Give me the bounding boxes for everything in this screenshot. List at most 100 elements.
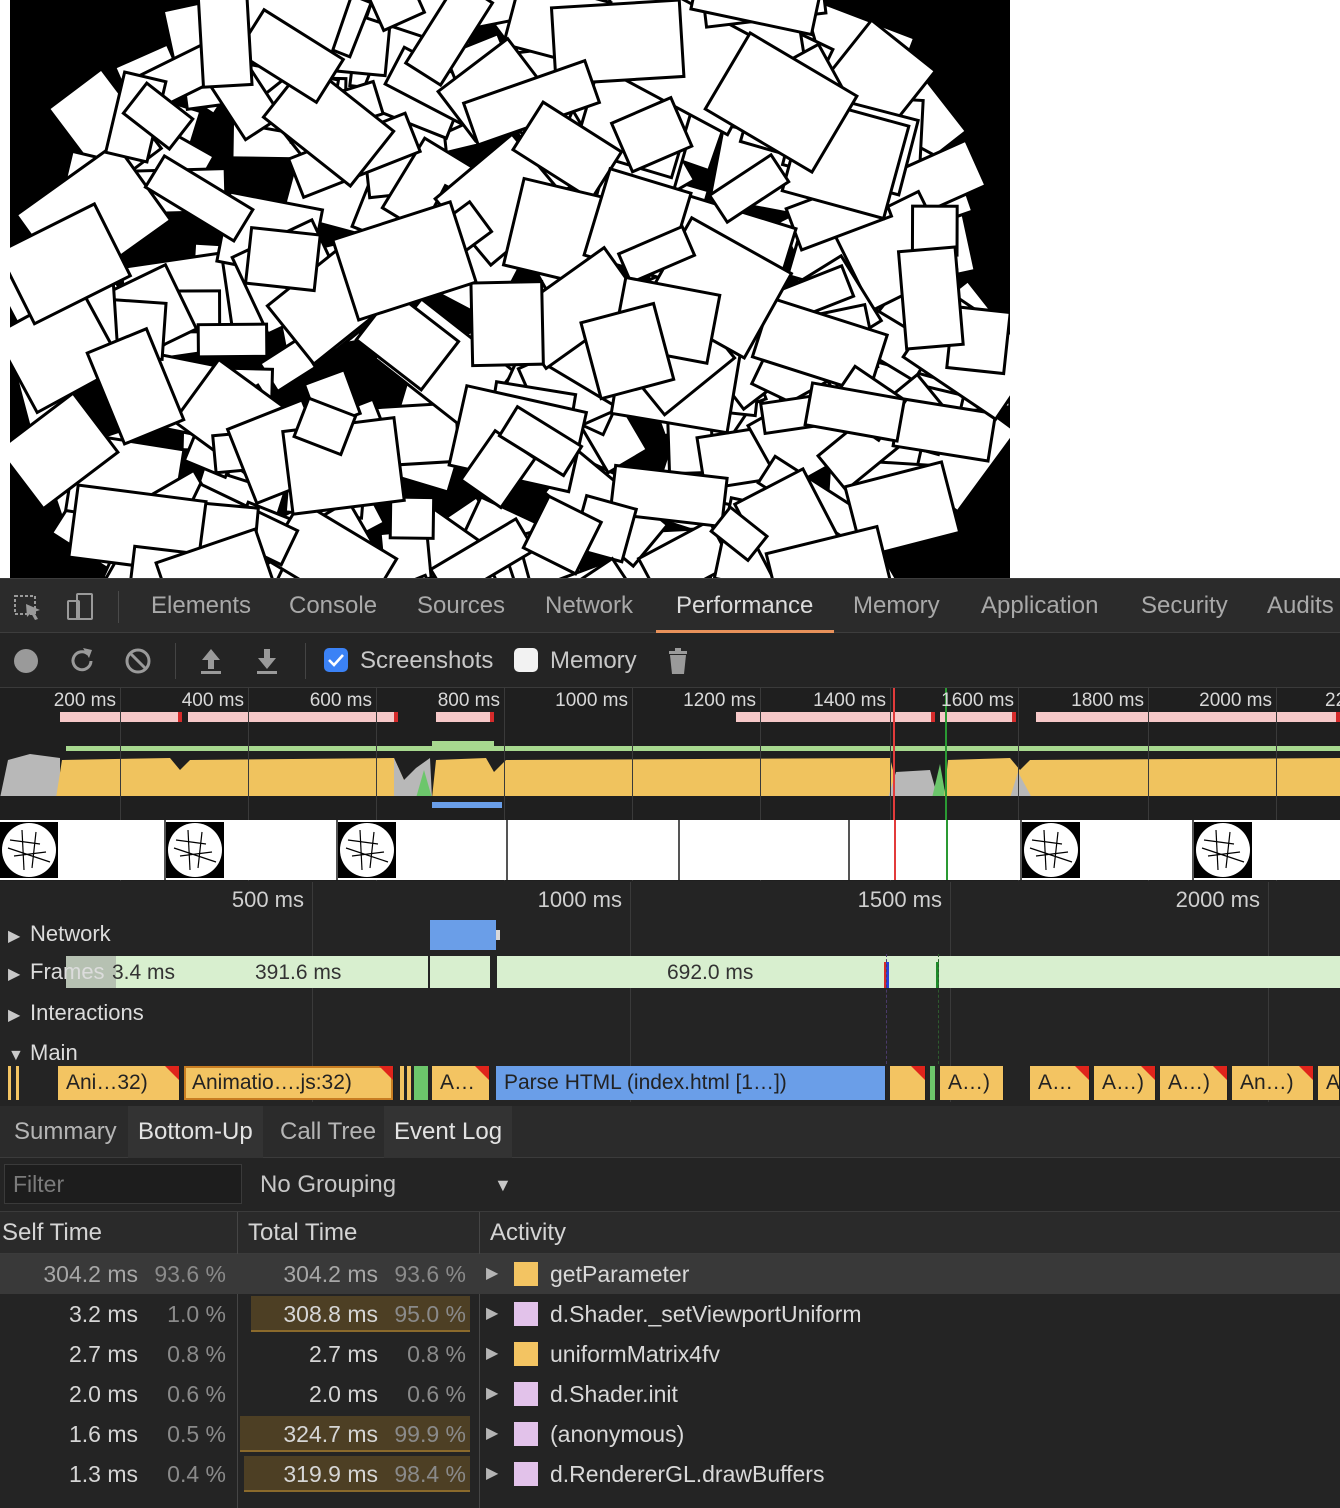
main-task-sliver[interactable] — [16, 1066, 19, 1100]
self-time-value: 3.2 ms — [68, 1301, 138, 1327]
load-profile-icon[interactable] — [195, 645, 227, 677]
expand-arrow-icon[interactable]: ▶ — [8, 964, 30, 984]
frame-segment[interactable] — [430, 956, 490, 988]
grouping-select[interactable]: No Grouping — [260, 1158, 396, 1212]
table-row[interactable]: 2.7 ms 0.8 % 2.7 ms 0.8 % ▶ uniformMatrix4fv — [0, 1334, 1340, 1374]
main-task-block[interactable]: A… — [432, 1066, 490, 1100]
network-track-label: Network — [30, 921, 111, 946]
tab-application[interactable]: Application — [981, 579, 1098, 633]
main-paint-block[interactable] — [414, 1066, 428, 1100]
tab-audits[interactable]: Audits — [1267, 579, 1334, 633]
expand-arrow-icon[interactable]: ▶ — [486, 1294, 498, 1334]
interactions-track[interactable]: ▶ Interactions — [0, 992, 1340, 1032]
table-row[interactable]: 2.0 ms 0.6 % 2.0 ms 0.6 % ▶ d.Shader.init — [0, 1374, 1340, 1414]
frames-track[interactable]: 3.4 ms 391.6 ms 692.0 ms ▶ Frames — [0, 954, 1340, 992]
main-task-sliver[interactable] — [400, 1066, 404, 1100]
trash-icon[interactable] — [662, 645, 694, 677]
main-task-block[interactable]: A…) — [1160, 1066, 1228, 1100]
main-task-label: A…) — [948, 1071, 990, 1094]
main-task-block[interactable]: Ani…32) — [58, 1066, 180, 1100]
expand-arrow-icon[interactable]: ▶ — [486, 1414, 498, 1454]
main-task-sliver[interactable] — [407, 1066, 411, 1100]
self-time-percent: 93.6 % — [154, 1261, 226, 1287]
main-task-block[interactable]: A — [1318, 1066, 1340, 1100]
main-task-block-selected[interactable]: Animatio….js:32) — [184, 1066, 394, 1100]
filter-bar: Filter No Grouping ▼ — [0, 1158, 1340, 1212]
main-thread-track[interactable]: ▼ Main Ani…32) Animatio….js:32) A… Parse … — [0, 1032, 1340, 1102]
expand-arrow-icon[interactable]: ▶ — [486, 1374, 498, 1414]
column-self-time[interactable]: Self Time — [2, 1212, 102, 1254]
overview-tick-label: 200 ms — [53, 690, 116, 711]
tab-memory[interactable]: Memory — [853, 579, 940, 633]
main-task-block[interactable]: A… — [1030, 1066, 1090, 1100]
devtools-tabbar: Elements Console Sources Network Perform… — [0, 578, 1340, 633]
filter-input[interactable]: Filter — [4, 1164, 242, 1204]
activity-name: (anonymous) — [550, 1421, 685, 1447]
category-color-swatch — [514, 1302, 538, 1326]
webgl-canvas[interactable] — [10, 0, 1010, 578]
main-task-block[interactable] — [890, 1066, 926, 1100]
tab-console[interactable]: Console — [289, 579, 377, 633]
long-task-marker — [911, 1066, 925, 1080]
timeline-overview[interactable]: 200 ms 400 ms 600 ms 800 ms 1000 ms 1200 ms 14… — [0, 688, 1340, 881]
tab-call-tree[interactable]: Call Tree — [270, 1106, 386, 1158]
expand-arrow-icon[interactable]: ▶ — [486, 1254, 498, 1294]
save-profile-icon[interactable] — [251, 645, 283, 677]
memory-checkbox[interactable] — [514, 648, 538, 672]
screenshots-label[interactable]: Screenshots — [360, 633, 493, 688]
tab-summary[interactable]: Summary — [4, 1106, 127, 1158]
network-request-bar[interactable] — [430, 920, 496, 950]
network-track[interactable]: ▶ Network — [0, 916, 1340, 954]
record-icon[interactable] — [10, 645, 42, 677]
total-time-value: 319.9 ms — [283, 1461, 378, 1487]
main-task-label: A…) — [1168, 1071, 1210, 1094]
expand-arrow-icon[interactable]: ▶ — [486, 1454, 498, 1494]
tab-security[interactable]: Security — [1141, 579, 1228, 633]
long-task-marker — [165, 1066, 179, 1080]
screenshots-checkbox[interactable] — [324, 648, 348, 672]
main-task-block[interactable]: A…) — [1094, 1066, 1156, 1100]
total-time-value: 304.2 ms — [283, 1261, 378, 1287]
column-activity[interactable]: Activity — [490, 1212, 566, 1254]
screenshot-thumbnail[interactable] — [1194, 822, 1252, 878]
clear-icon[interactable] — [122, 645, 154, 677]
reload-record-icon[interactable] — [66, 645, 98, 677]
screenshot-thumbnail[interactable] — [166, 822, 224, 878]
overview-tick-label: 1000 ms — [555, 690, 628, 711]
column-total-time[interactable]: Total Time — [248, 1212, 357, 1254]
main-task-block[interactable]: A…) — [940, 1066, 1004, 1100]
table-row[interactable]: 1.3 ms 0.4 % 319.9 ms 98.4 % ▶ d.RendererGL.d… — [0, 1454, 1340, 1494]
main-paint-block[interactable] — [930, 1066, 935, 1100]
tab-bottom-up[interactable]: Bottom-Up — [128, 1106, 263, 1158]
tab-performance[interactable]: Performance — [676, 579, 813, 633]
device-toolbar-icon[interactable] — [64, 591, 96, 623]
frame-segment[interactable] — [497, 956, 1340, 988]
screenshot-filmstrip[interactable] — [0, 820, 1340, 880]
parse-html-block[interactable]: Parse HTML (index.html [1…]) — [496, 1066, 886, 1100]
expand-arrow-icon[interactable]: ▶ — [8, 1005, 30, 1025]
total-time-value: 2.7 ms — [308, 1341, 378, 1367]
board-cluster — [10, 0, 1010, 578]
activity-name: uniformMatrix4fv — [550, 1341, 720, 1367]
inspect-element-icon[interactable] — [12, 591, 44, 623]
tab-elements[interactable]: Elements — [151, 579, 251, 633]
memory-label[interactable]: Memory — [550, 633, 637, 688]
self-time-value: 304.2 ms — [43, 1261, 138, 1287]
expand-arrow-icon[interactable]: ▶ — [8, 926, 30, 946]
main-task-block[interactable]: An…) — [1232, 1066, 1314, 1100]
timeline-tick-label: 1500 ms — [857, 887, 942, 912]
dropdown-arrow-icon[interactable]: ▼ — [494, 1158, 512, 1212]
expand-arrow-icon[interactable]: ▶ — [486, 1334, 498, 1374]
table-row[interactable]: 3.2 ms 1.0 % 308.8 ms 95.0 % ▶ d.Shader._setV… — [0, 1294, 1340, 1334]
table-row[interactable]: 1.6 ms 0.5 % 324.7 ms 99.9 % ▶ (anonymous) — [0, 1414, 1340, 1454]
collapse-arrow-icon[interactable]: ▼ — [8, 1047, 30, 1065]
screenshot-thumbnail[interactable] — [1022, 822, 1080, 878]
screenshot-thumbnail[interactable] — [338, 822, 396, 878]
tab-network[interactable]: Network — [545, 579, 633, 633]
table-row[interactable]: 304.2 ms 93.6 % 304.2 ms 93.6 % ▶ getParamete… — [0, 1254, 1340, 1294]
screenshot-thumbnail[interactable] — [0, 822, 58, 878]
main-task-sliver[interactable] — [8, 1066, 11, 1100]
flame-chart[interactable]: 500 ms 1000 ms 1500 ms 2000 ms ▶ Network 3.4… — [0, 882, 1340, 1102]
tab-sources[interactable]: Sources — [417, 579, 505, 633]
tab-event-log[interactable]: Event Log — [384, 1106, 513, 1158]
